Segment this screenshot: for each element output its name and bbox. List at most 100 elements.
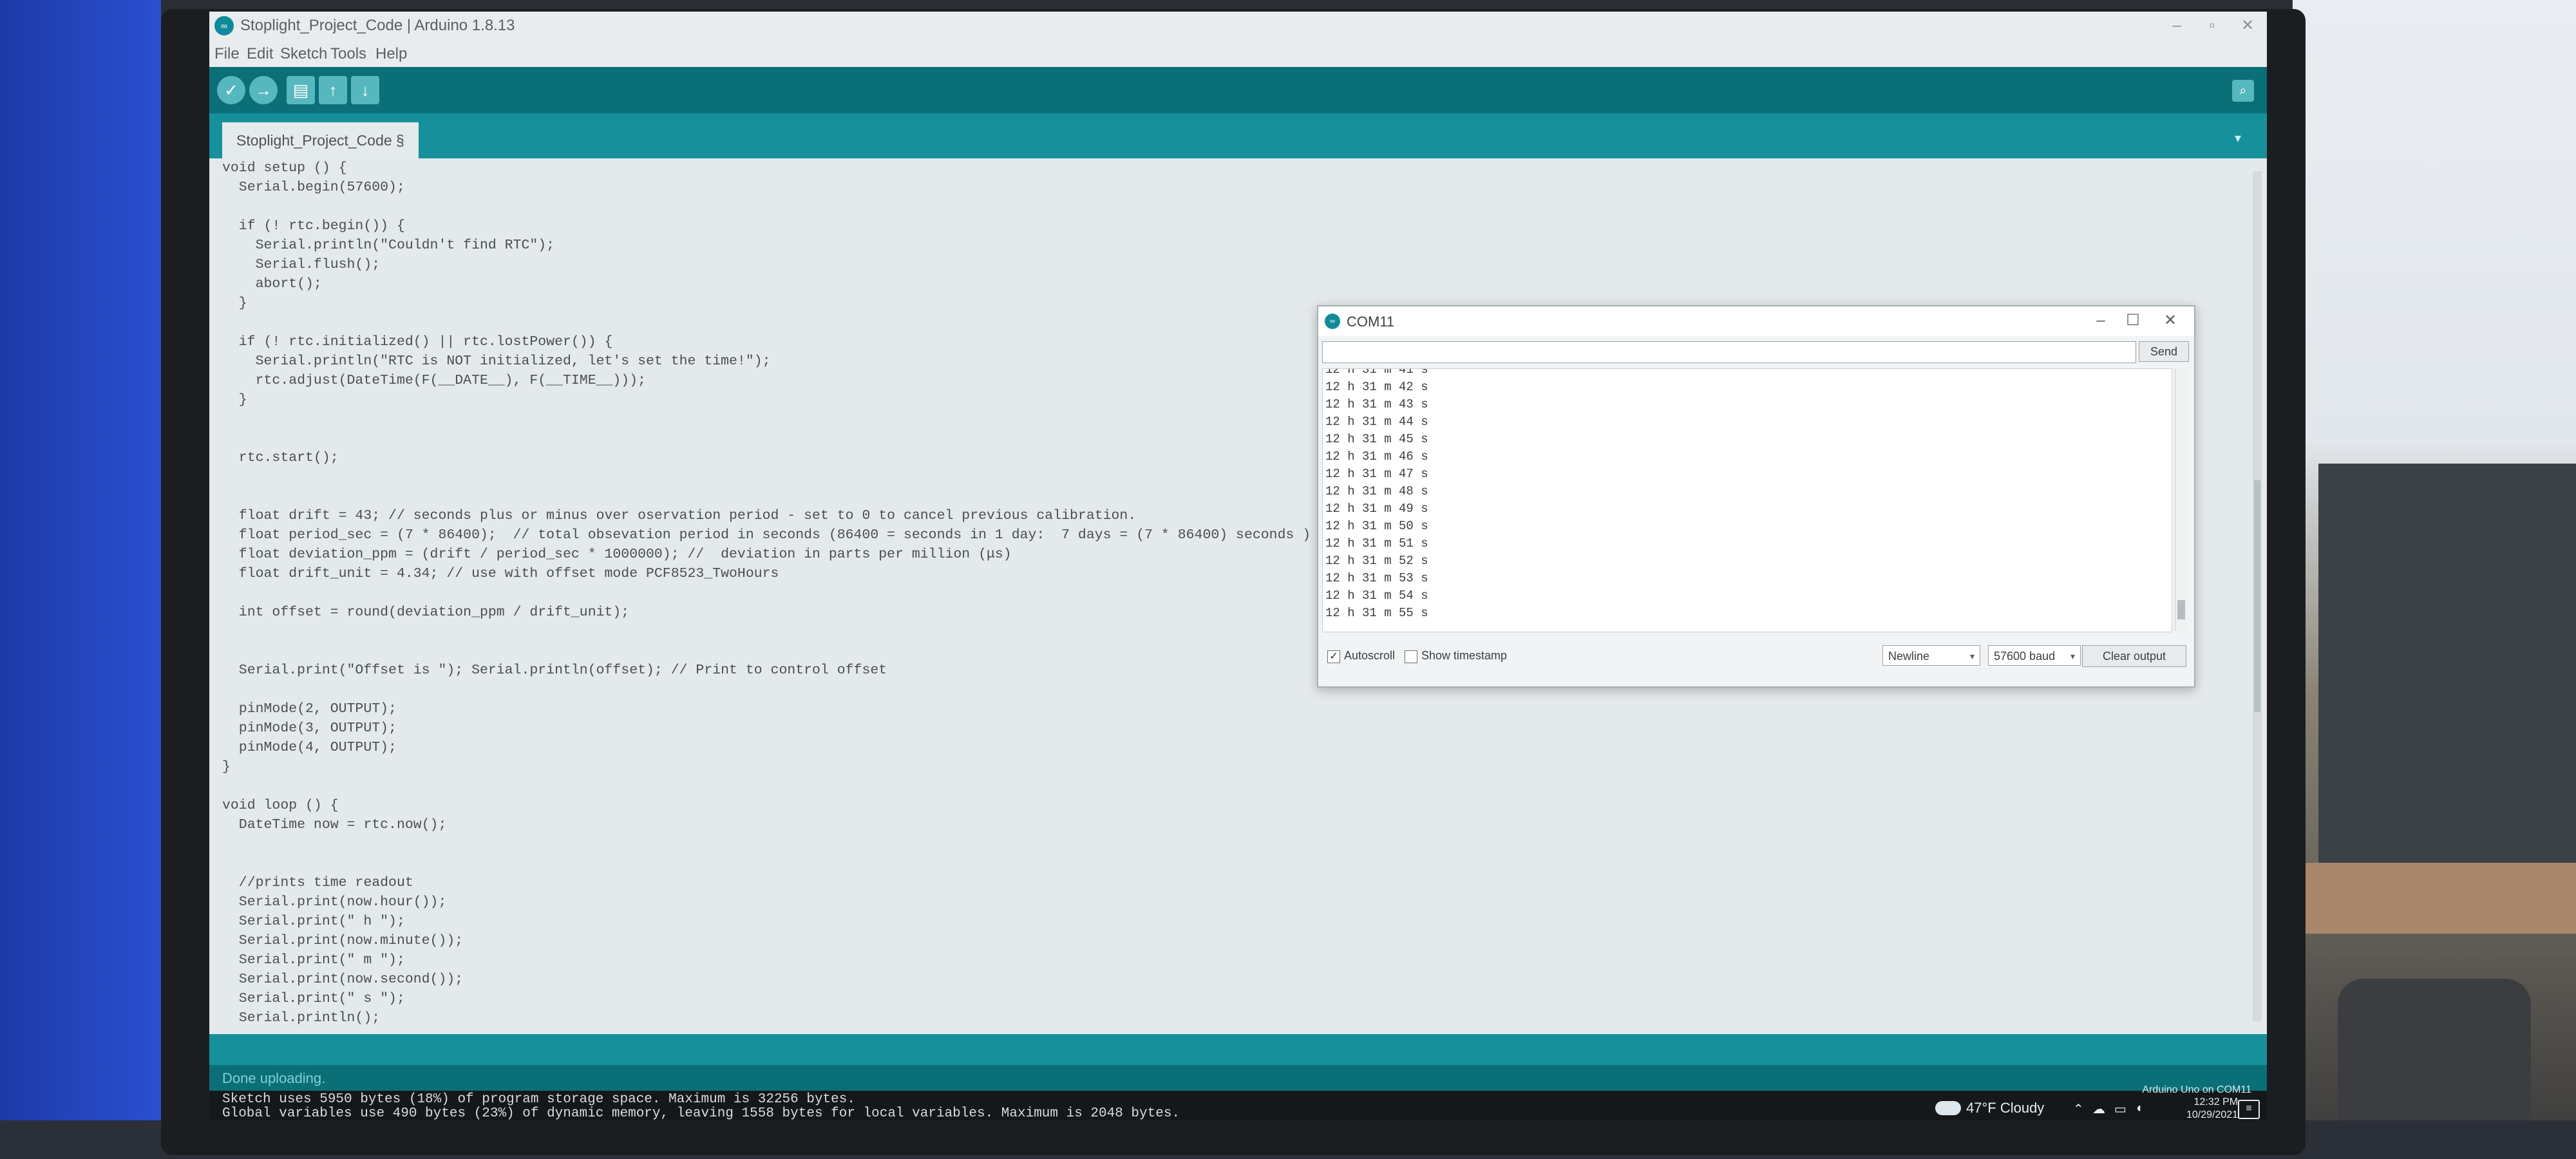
serial-output-line: 12 h 31 m 49 s [1325, 502, 1428, 516]
code-line[interactable]: } [222, 757, 1311, 777]
code-line[interactable]: } [222, 390, 1311, 410]
code-line[interactable]: float deviation_ppm = (drift / period_se… [222, 545, 1311, 564]
code-line[interactable] [222, 641, 1311, 661]
code-line[interactable] [222, 429, 1311, 448]
code-line[interactable]: Serial.print("Offset is "); Serial.print… [222, 661, 1311, 680]
code-line[interactable]: pinMode(4, OUTPUT); [222, 738, 1311, 757]
show-timestamp-checkbox[interactable] [1405, 650, 1417, 663]
cloud-icon [1935, 1101, 1961, 1115]
network-icon[interactable]: ▭ [2114, 1101, 2126, 1117]
monitor-screen: ∞ Stoplight_Project_Code | Arduino 1.8.1… [209, 12, 2267, 1120]
tab-sketch[interactable]: Stoplight_Project_Code § [222, 122, 419, 158]
chevron-up-icon[interactable]: ⌃ [2073, 1101, 2084, 1117]
menu-file[interactable]: File [214, 45, 240, 63]
autoscroll-checkbox[interactable]: ✓ [1327, 650, 1340, 663]
code-line[interactable] [222, 834, 1311, 854]
code-line[interactable]: DateTime now = rtc.now(); [222, 815, 1311, 834]
code-line[interactable]: //prints time readout [222, 873, 1311, 892]
send-button[interactable]: Send [2139, 341, 2189, 362]
volume-icon[interactable]: ◖ [2135, 1101, 2143, 1116]
code-line[interactable]: Serial.print(" m "); [222, 950, 1311, 970]
clear-output-button[interactable]: Clear output [2082, 645, 2186, 667]
code-line[interactable]: int offset = round(deviation_ppm / drift… [222, 603, 1311, 622]
close-icon[interactable]: ✕ [2154, 310, 2186, 331]
clock-date: 10/29/2021 [2186, 1109, 2239, 1120]
maximize-icon[interactable]: ☐ [2117, 310, 2149, 331]
code-line[interactable]: abort(); [222, 274, 1311, 294]
code-line[interactable]: Serial.begin(57600); [222, 178, 1311, 197]
cloud-sync-icon[interactable]: ☁ [2092, 1101, 2105, 1117]
code-line[interactable] [222, 854, 1311, 873]
code-line[interactable]: Serial.print(" h "); [222, 912, 1311, 931]
chevron-down-icon: ▾ [1969, 651, 1975, 661]
clock-time: 12:32 PM [2193, 1097, 2239, 1107]
code-line[interactable]: rtc.adjust(DateTime(F(__DATE__), F(__TIM… [222, 371, 1311, 390]
code-line[interactable]: float drift = 43; // seconds plus or min… [222, 506, 1311, 525]
open-icon[interactable]: ↑ [319, 76, 347, 104]
code-line[interactable]: Serial.println("Couldn't find RTC"); [222, 236, 1311, 255]
board-port-label: Arduino Uno on COM11 [2142, 1084, 2251, 1095]
clock[interactable]: 12:32 PM 10/29/2021 [2186, 1096, 2238, 1120]
code-line[interactable]: Serial.print(now.hour()); [222, 892, 1311, 912]
serial-output-scrollbar-thumb[interactable] [2177, 600, 2185, 619]
code-line[interactable]: Serial.println(); [222, 1008, 1311, 1028]
serial-output[interactable]: 12 h 31 m 41 s 12 h 31 m 42 s 12 h 31 m 43… [1322, 368, 2172, 632]
code-line[interactable] [222, 467, 1311, 487]
serial-output-line: 12 h 31 m 54 s [1325, 589, 1428, 603]
menu-help[interactable]: Help [375, 45, 407, 63]
serial-output-line: 12 h 31 m 43 s [1325, 397, 1428, 411]
code-line[interactable] [222, 313, 1311, 332]
editor-scrollbar-thumb[interactable] [2254, 480, 2260, 712]
code-line[interactable] [222, 680, 1311, 699]
autoscroll-label: Autoscroll [1344, 649, 1396, 662]
code-line[interactable] [222, 487, 1311, 506]
menu-tools[interactable]: Tools [330, 45, 366, 63]
code-line[interactable] [222, 583, 1311, 603]
code-line[interactable]: float period_sec = (7 * 86400); // total… [222, 525, 1311, 545]
code-line[interactable]: void loop () { [222, 796, 1311, 815]
code-line[interactable]: Serial.print(" s "); [222, 989, 1311, 1008]
menu-sketch[interactable]: Sketch [280, 45, 327, 63]
maximize-icon[interactable]: ▫ [2196, 15, 2228, 36]
tab-menu-chevron-down-icon[interactable]: ▾ [2235, 130, 2254, 146]
verify-icon[interactable]: ✓ [217, 76, 245, 104]
save-icon[interactable]: ↓ [351, 76, 379, 104]
minimize-icon[interactable]: – [2085, 310, 2117, 331]
minimize-icon[interactable]: – [2161, 15, 2193, 36]
code-line[interactable] [222, 622, 1311, 641]
editor-scrollbar[interactable] [2253, 171, 2262, 1021]
code-line[interactable]: } [222, 294, 1311, 313]
code-line[interactable] [222, 1028, 1311, 1034]
code-line[interactable]: Serial.print(now.second()); [222, 970, 1311, 989]
code-line[interactable]: if (! rtc.initialized() || rtc.lostPower… [222, 332, 1311, 352]
serial-output-scrollbar[interactable] [2175, 368, 2187, 631]
system-tray: 47°F Cloudy ⌃ ☁ ▭ ◖ 12:32 PM 10/29/2021 … [1935, 1097, 2267, 1120]
notification-icon[interactable]: ≡ [2238, 1100, 2260, 1119]
code-line[interactable]: rtc.start(); [222, 448, 1311, 467]
code-text[interactable]: void setup () { Serial.begin(57600); if … [222, 158, 1311, 1034]
code-line[interactable]: if (! rtc.begin()) { [222, 216, 1311, 236]
serial-monitor-magnifier-icon[interactable]: ⌕ [2232, 80, 2254, 102]
code-line[interactable]: float drift_unit = 4.34; // use with off… [222, 564, 1311, 583]
serial-monitor-footer: ✓ Autoscroll Show timestamp Newline ▾ 57… [1318, 636, 2194, 685]
toolbar: ✓ → ▤ ↑ ↓ ⌕ [209, 67, 2267, 113]
code-line[interactable]: pinMode(2, OUTPUT); [222, 699, 1311, 719]
code-line[interactable]: Serial.println("RTC is NOT initialized, … [222, 352, 1311, 371]
code-line[interactable]: Serial.print(now.minute()); [222, 931, 1311, 950]
code-line[interactable]: void setup () { [222, 158, 1311, 178]
close-icon[interactable]: ✕ [2231, 15, 2264, 36]
serial-send-input[interactable] [1322, 341, 2136, 363]
baud-select[interactable]: 57600 baud ▾ [1988, 645, 2081, 666]
upload-icon[interactable]: → [249, 76, 278, 104]
new-icon[interactable]: ▤ [287, 76, 315, 104]
code-line[interactable] [222, 777, 1311, 796]
code-line[interactable] [222, 197, 1311, 216]
code-line[interactable]: Serial.flush(); [222, 255, 1311, 274]
window-title: Stoplight_Project_Code | Arduino 1.8.13 [240, 17, 515, 34]
menu-edit[interactable]: Edit [247, 45, 273, 63]
serial-output-line: 12 h 31 m 42 s [1325, 380, 1428, 394]
code-line[interactable]: pinMode(3, OUTPUT); [222, 719, 1311, 738]
code-line[interactable] [222, 410, 1311, 429]
weather-text[interactable]: 47°F Cloudy [1966, 1100, 2044, 1117]
line-ending-select[interactable]: Newline ▾ [1882, 645, 1980, 666]
